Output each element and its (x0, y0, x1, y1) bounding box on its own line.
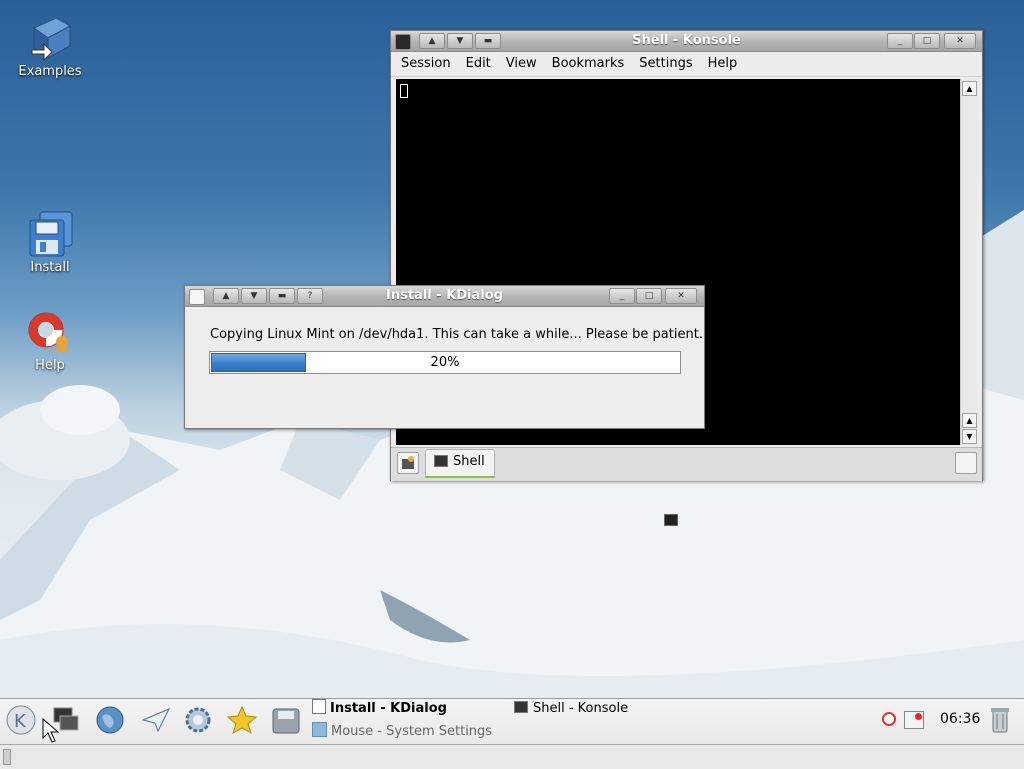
floppy-save-icon[interactable] (270, 704, 302, 736)
clock[interactable]: 06:36 (940, 711, 980, 727)
task-install-kdialog[interactable]: Install - KDialog (312, 699, 447, 719)
scroll-up-arrow[interactable]: ▲ (962, 81, 977, 96)
settings-gear-icon[interactable] (182, 704, 214, 736)
desktop-icon-label: Help (35, 358, 65, 373)
install-dialog: ▲ ▼ ▬ ? Install - KDialog _ □ ✕ Copying … (184, 285, 705, 429)
task-label: Shell - Konsole (533, 701, 629, 716)
desktop-icon-examples[interactable]: Examples (10, 14, 90, 79)
tab-shell[interactable]: Shell (425, 449, 495, 478)
panel-handle[interactable] (3, 749, 11, 765)
menu-help[interactable]: Help (700, 52, 745, 71)
dialog-titlebar[interactable]: ▲ ▼ ▬ ? Install - KDialog _ □ ✕ (185, 286, 704, 307)
browser-globe-icon[interactable] (94, 704, 126, 736)
volume-muted-icon[interactable] (882, 712, 896, 726)
close-button[interactable]: ✕ (944, 33, 976, 49)
terminal-icon (514, 701, 528, 713)
book-icon (26, 14, 74, 62)
scroll-down-arrow[interactable]: ▼ (962, 429, 977, 444)
dialog-message: Copying Linux Mint on /dev/hda1. This ca… (210, 327, 703, 342)
close-button[interactable]: ✕ (665, 288, 697, 304)
kde-menu-icon[interactable]: K (5, 704, 37, 736)
update-notifier-icon[interactable] (904, 711, 924, 729)
scroll-up-arrow[interactable]: ▲ (962, 413, 977, 428)
menubar: Session Edit View Bookmarks Settings Help (391, 52, 982, 77)
lifebuoy-icon (26, 308, 74, 356)
secondary-panel (0, 744, 1024, 769)
task-label: Install - KDialog (330, 701, 447, 716)
tab-label: Shell (453, 454, 485, 469)
window-icon (312, 699, 326, 714)
minimize-button[interactable]: _ (887, 33, 913, 49)
task-mouse-settings[interactable]: Mouse - System Settings (312, 722, 492, 742)
desktop-icon-install[interactable]: Install (10, 210, 90, 275)
task-shell-konsole[interactable]: Shell - Konsole (514, 699, 628, 719)
task-label: Mouse - System Settings (331, 724, 493, 739)
terminal-cursor (400, 84, 408, 98)
new-session-button[interactable] (397, 452, 419, 474)
mouse-cursor (42, 718, 60, 743)
mail-plane-icon[interactable] (140, 704, 172, 736)
session-tabbar: Shell (391, 447, 982, 481)
terminal-icon (434, 455, 448, 467)
progress-label: 20% (430, 355, 460, 370)
maximize-button[interactable]: □ (914, 33, 940, 49)
floppy-disk-icon (26, 210, 74, 258)
desktop-icon-label: Examples (18, 64, 82, 79)
favorites-star-icon[interactable] (226, 704, 258, 736)
menu-bookmarks[interactable]: Bookmarks (544, 52, 632, 71)
trash-icon[interactable] (990, 706, 1010, 734)
close-session-button[interactable] (955, 452, 977, 474)
desktop-icon-help[interactable]: Help (10, 308, 90, 373)
svg-text:K: K (14, 711, 27, 732)
terminal-scrollbar[interactable]: ▲ ▲ ▼ (960, 79, 977, 445)
progress-bar: 20% (209, 351, 681, 374)
konsole-titlebar[interactable]: ▲ ▼ ▬ Shell - Konsole _ □ ✕ (391, 31, 982, 52)
minimize-button[interactable]: _ (609, 288, 635, 304)
menu-view[interactable]: View (498, 52, 544, 71)
desktop-icon-label: Install (30, 260, 70, 275)
maximize-button[interactable]: □ (636, 288, 662, 304)
settings-icon (312, 722, 327, 737)
menu-settings[interactable]: Settings (631, 52, 699, 71)
terminal-desktop-icon (664, 514, 678, 526)
menu-edit[interactable]: Edit (458, 52, 498, 71)
menu-session[interactable]: Session (393, 52, 458, 71)
